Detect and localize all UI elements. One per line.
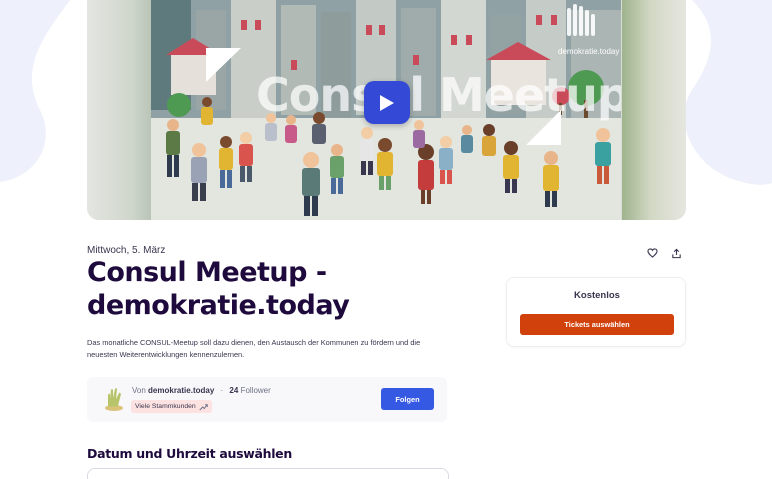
brand-watermark: demokratie.today — [558, 47, 620, 56]
hero-side-left — [87, 0, 151, 220]
organizer-name[interactable]: demokratie.today — [148, 386, 214, 395]
video-title-overlay: Consul Meetup — [256, 68, 621, 122]
event-title: Consul Meetup - demokratie.today — [87, 257, 350, 321]
ticket-price: Kostenlos — [574, 290, 620, 301]
heart-icon — [646, 248, 658, 258]
share-icon — [671, 248, 681, 258]
event-summary: Das monatliche CONSUL-Meetup soll dazu d… — [87, 338, 421, 359]
badge-label: Viele Stammkunden — [135, 403, 196, 410]
event-date: Mittwoch, 5. März — [87, 245, 166, 256]
follow-button[interactable]: Folgen — [381, 388, 434, 410]
like-button[interactable] — [645, 246, 659, 260]
trend-up-icon — [199, 403, 208, 410]
play-button[interactable] — [364, 81, 410, 124]
separator-dot: · — [220, 386, 224, 395]
repeat-attendees-badge: Viele Stammkunden — [131, 400, 212, 413]
hero-side-right — [622, 0, 686, 220]
by-prefix: Von — [132, 386, 146, 395]
date-picker-card[interactable] — [87, 468, 449, 479]
hero-media: Consul Meetup demokratie.today — [87, 0, 686, 220]
play-icon — [380, 94, 394, 111]
organizer-by-line: Von demokratie.today · 24 Follower — [132, 386, 271, 395]
followers-count: 24 — [229, 386, 239, 395]
date-time-section-title: Datum und Uhrzeit auswählen — [87, 446, 292, 461]
share-button[interactable] — [669, 246, 683, 260]
select-tickets-button[interactable]: Tickets auswählen — [520, 314, 674, 335]
organizer-avatar[interactable] — [100, 384, 128, 412]
organizer-card: Von demokratie.today · 24 Follower Viele… — [87, 377, 447, 422]
ticket-card: Kostenlos Tickets auswählen — [506, 277, 686, 347]
followers-label: Follower — [240, 386, 271, 395]
video-player[interactable]: Consul Meetup demokratie.today — [151, 0, 621, 220]
